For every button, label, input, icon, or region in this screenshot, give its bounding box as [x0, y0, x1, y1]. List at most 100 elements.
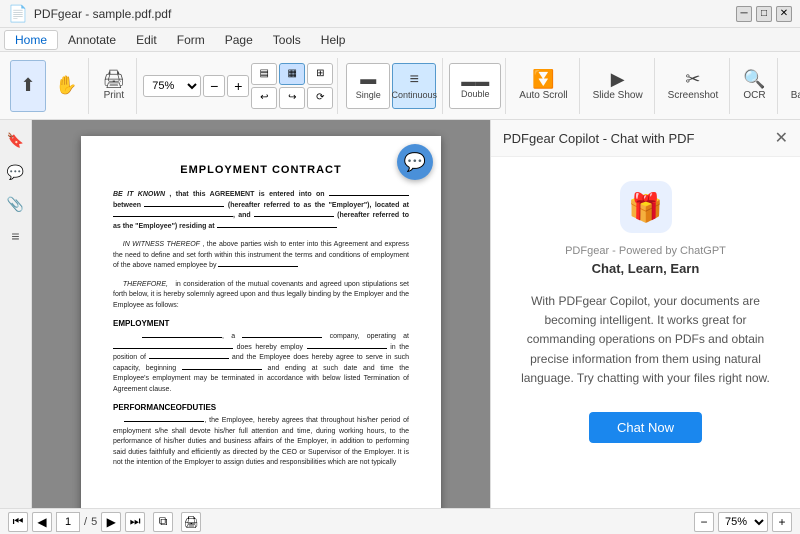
copilot-close-button[interactable]: ✕	[775, 128, 788, 148]
zoom-controls: − 75% 50% 100% +	[694, 512, 792, 532]
hand-tool-button[interactable]: ✋	[48, 60, 84, 112]
menu-page[interactable]: Page	[215, 31, 263, 49]
continuous-label: Continuous	[392, 90, 438, 100]
single-page-icon: ▬	[360, 71, 376, 89]
next-page-button[interactable]: ▶	[101, 512, 121, 532]
zoom-out-button[interactable]: −	[203, 75, 225, 97]
slideshow-label: Slide Show	[593, 90, 643, 101]
pdf-performance-text: , the Employee, hereby agrees that throu…	[113, 416, 409, 469]
view-toggle-group: ▤ ▦ ⊞ ↩ ↪ ⟳	[251, 63, 333, 109]
left-sidebar: 🔖 💬 📎 ≡	[0, 120, 32, 508]
view-btn-4[interactable]: ↩	[251, 87, 277, 109]
double-page-button[interactable]: ▬▬ Double	[449, 63, 501, 109]
continuous-page-button[interactable]: ≡ Continuous	[392, 63, 436, 109]
print-group: 🖨 Print	[91, 58, 137, 114]
copy-status-button[interactable]: ⧉	[153, 512, 173, 532]
view-btn-6[interactable]: ⟳	[307, 87, 333, 109]
menu-help[interactable]: Help	[311, 31, 356, 49]
hand-icon: ✋	[55, 76, 77, 94]
bookmark-icon[interactable]: 🔖	[4, 128, 28, 152]
menu-bar: Home Annotate Edit Form Page Tools Help	[0, 28, 800, 52]
view-btn-3[interactable]: ⊞	[307, 63, 333, 85]
screenshot-button[interactable]: ✂ Screenshot	[661, 60, 726, 112]
single-page-button[interactable]: ▬ Single	[346, 63, 390, 109]
menu-edit[interactable]: Edit	[126, 31, 167, 49]
zoom-in-button[interactable]: +	[227, 75, 249, 97]
total-pages: 5	[91, 516, 97, 528]
maximize-button[interactable]: □	[756, 6, 772, 22]
chat-now-button[interactable]: Chat Now	[589, 412, 702, 443]
last-page-button[interactable]: ⏭	[125, 512, 145, 532]
zoom-out-status-button[interactable]: −	[694, 512, 714, 532]
auto-scroll-label: Auto Scroll	[519, 90, 567, 101]
prev-page-button[interactable]: ◀	[32, 512, 52, 532]
background-group: 🎨 Background	[780, 58, 800, 114]
print-icon: 🖨	[102, 70, 125, 88]
double-label: Double	[461, 89, 490, 99]
app-title: PDFgear - sample.pdf.pdf	[34, 7, 171, 21]
menu-annotate[interactable]: Annotate	[58, 31, 126, 49]
pdf-blank-7	[142, 337, 222, 338]
minimize-button[interactable]: ─	[736, 6, 752, 22]
close-button[interactable]: ✕	[776, 6, 792, 22]
zoom-select[interactable]: 75% 50% 100% 125% 150%	[143, 75, 201, 97]
copilot-brand: PDFgear - Powered by ChatGPT	[565, 245, 726, 257]
double-page-icon: ▬▬	[461, 73, 489, 89]
pdf-blank-3	[113, 216, 233, 217]
zoom-group: 75% 50% 100% 125% 150% − + ▤ ▦ ⊞ ↩ ↪ ⟳	[139, 58, 338, 114]
title-bar-controls: ─ □ ✕	[736, 6, 792, 22]
background-button[interactable]: 🎨 Background	[784, 60, 800, 112]
pdf-paragraph-3: THEREFORE, in consideration of the mutua…	[113, 280, 409, 312]
main-area: 🔖 💬 📎 ≡ 💬 EMPLOYMENT CONTRACT BE IT KNOW…	[0, 120, 800, 508]
comment-icon[interactable]: 💬	[4, 160, 28, 184]
copilot-content: 🎁 PDFgear - Powered by ChatGPT Chat, Lea…	[491, 157, 800, 508]
copilot-title: PDFgear Copilot - Chat with PDF	[503, 131, 694, 146]
pdf-section-performance: PERFORMANCEOFDUTIES	[113, 403, 409, 412]
pdf-blank-10	[307, 348, 387, 349]
pdf-blank-8	[242, 337, 322, 338]
auto-scroll-button[interactable]: ⏬ Auto Scroll	[512, 60, 574, 112]
first-page-button[interactable]: ⏮	[8, 512, 28, 532]
slideshow-button[interactable]: ▶ Slide Show	[586, 60, 650, 112]
pdf-paragraph-2: IN WITNESS THEREOF , the above parties w…	[113, 240, 409, 272]
ocr-button[interactable]: 🔍 OCR	[736, 60, 772, 112]
copilot-panel: PDFgear Copilot - Chat with PDF ✕ 🎁 PDFg…	[490, 120, 800, 508]
pdf-blank-6	[218, 266, 298, 267]
menu-home[interactable]: Home	[4, 30, 58, 50]
pdf-blank-9	[113, 348, 233, 349]
select-tool-button[interactable]: ⬆	[10, 60, 46, 112]
background-label: Background	[791, 90, 800, 101]
pdf-blank-4	[254, 216, 334, 217]
title-bar-left: 📄 PDFgear - sample.pdf.pdf	[8, 4, 171, 24]
screenshot-icon: ✂	[685, 70, 700, 88]
page-separator: /	[84, 516, 87, 528]
page-view-group: ▬ Single ≡ Continuous	[340, 58, 443, 114]
pdf-page: 💬 EMPLOYMENT CONTRACT BE IT KNOWN , that…	[81, 136, 441, 508]
menu-form[interactable]: Form	[167, 31, 215, 49]
print-status-button[interactable]: 🖨	[181, 512, 201, 532]
copilot-logo: 🎁	[620, 181, 672, 233]
print-button[interactable]: 🖨 Print	[95, 60, 132, 112]
copilot-panel-header: PDFgear Copilot - Chat with PDF ✕	[491, 120, 800, 157]
pdf-blank-11	[149, 358, 229, 359]
view-btn-5[interactable]: ↪	[279, 87, 305, 109]
copilot-logo-icon: 🎁	[628, 191, 663, 224]
view-btn-1[interactable]: ▤	[251, 63, 277, 85]
zoom-in-status-button[interactable]: +	[772, 512, 792, 532]
zoom-status-select[interactable]: 75% 50% 100%	[718, 512, 768, 532]
view-btn-2[interactable]: ▦	[279, 63, 305, 85]
current-page-input[interactable]	[56, 512, 80, 532]
attachment-icon[interactable]: 📎	[4, 192, 28, 216]
chat-fab-button[interactable]: 💬	[397, 144, 433, 180]
ocr-label: OCR	[743, 90, 765, 101]
auto-scroll-icon: ⏬	[532, 70, 554, 88]
select-tools-group: ⬆ ✋	[6, 58, 89, 114]
layers-icon[interactable]: ≡	[4, 224, 28, 248]
copilot-description: With PDFgear Copilot, your documents are…	[511, 292, 780, 388]
pdf-employment-text: , a company, operating at does hereby em…	[113, 332, 409, 395]
ocr-icon: 🔍	[743, 70, 765, 88]
status-bar: ⏮ ◀ / 5 ▶ ⏭ ⧉ 🖨 − 75% 50% 100% +	[0, 508, 800, 534]
pdf-section-employment: EMPLOYMENT	[113, 319, 409, 328]
pdf-document-title: EMPLOYMENT CONTRACT	[113, 164, 409, 176]
menu-tools[interactable]: Tools	[263, 31, 311, 49]
